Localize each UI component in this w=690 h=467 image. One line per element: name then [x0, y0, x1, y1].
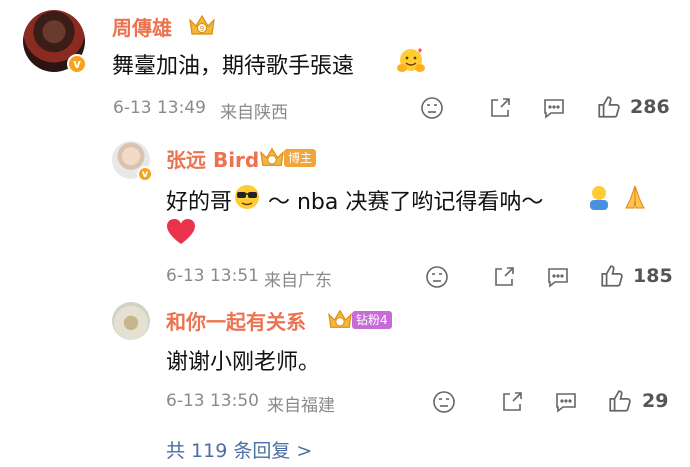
comment-text: 谢谢小刚老师。	[166, 350, 321, 375]
comment-text: 好的哥	[166, 190, 233, 215]
timestamp: 6-13 13:50	[166, 391, 259, 411]
avatar[interactable]: v	[112, 141, 153, 182]
dislike-icon[interactable]	[425, 265, 449, 289]
comment-icon[interactable]	[546, 265, 570, 289]
username[interactable]: 和你一起有关系	[166, 306, 306, 335]
username[interactable]: 周傳雄	[112, 12, 172, 41]
verified-icon: v	[137, 166, 153, 182]
location: 来自陕西	[220, 103, 288, 123]
comment-icon[interactable]	[542, 96, 566, 120]
crown-icon: 9	[189, 14, 215, 35]
like-icon[interactable]	[607, 388, 633, 414]
timestamp: 6-13 13:49	[113, 98, 206, 118]
crown-icon	[260, 147, 284, 166]
figure-emoji-icon	[590, 186, 608, 210]
cool-emoji-icon	[235, 185, 259, 209]
author-badge: 博主	[284, 149, 317, 167]
comment-text: 舞臺加油，期待歌手張遠	[112, 54, 355, 79]
dislike-icon[interactable]	[420, 96, 444, 120]
dislike-icon[interactable]	[432, 390, 456, 414]
comment-icon[interactable]	[554, 390, 578, 414]
like-count: 29	[642, 390, 669, 412]
like-count: 185	[633, 265, 673, 287]
timestamp: 6-13 13:51	[166, 266, 259, 286]
pray-emoji-icon	[625, 185, 645, 209]
avatar[interactable]: v	[23, 10, 87, 74]
share-icon[interactable]	[492, 265, 516, 289]
like-count: 286	[630, 96, 670, 118]
username[interactable]: 张远 Bird	[166, 144, 259, 173]
fan-badge: 钻粉4	[352, 311, 392, 329]
verified-icon: v	[67, 54, 87, 74]
crown-icon	[328, 309, 352, 328]
location: 来自广东	[264, 271, 332, 291]
like-icon[interactable]	[596, 94, 622, 120]
more-replies-link[interactable]: 共 119 条回复 >	[166, 436, 312, 463]
location: 来自福建	[267, 396, 335, 416]
avatar[interactable]	[112, 302, 150, 340]
svg-text:9: 9	[200, 25, 204, 33]
hug-emoji-icon	[397, 48, 425, 72]
share-icon[interactable]	[500, 390, 524, 414]
comment-text-continued: ～ nba 决赛了哟记得看呐～	[268, 190, 544, 215]
like-icon[interactable]	[599, 263, 625, 289]
share-icon[interactable]	[488, 96, 512, 120]
heart-emoji-icon	[167, 219, 195, 244]
